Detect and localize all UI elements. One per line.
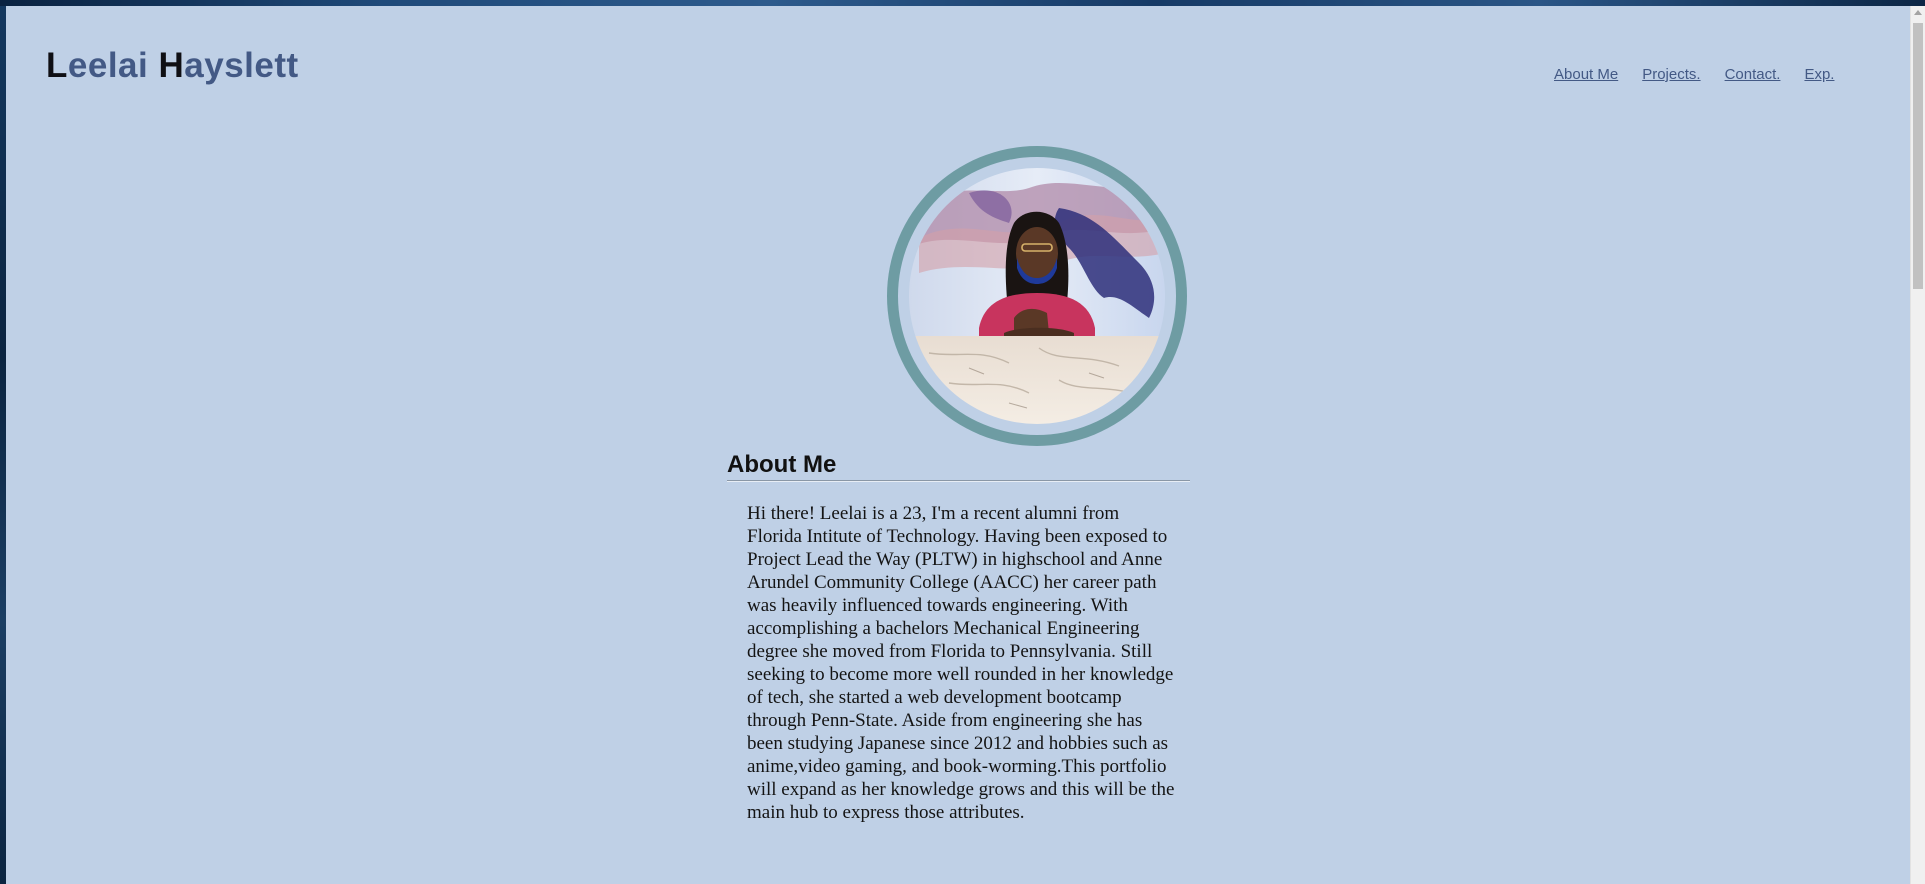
brand-last-rest: ayslett xyxy=(184,46,299,85)
vertical-scrollbar[interactable] xyxy=(1910,6,1925,884)
site-brand[interactable]: Leelai Hayslett xyxy=(46,46,299,86)
about-heading: About Me xyxy=(727,451,837,478)
nav-exp[interactable]: Exp. xyxy=(1804,66,1834,83)
scroll-up-arrow-icon[interactable] xyxy=(1914,10,1922,15)
brand-last-initial: H xyxy=(158,46,185,85)
profile-photo-frame xyxy=(887,146,1187,446)
profile-photo xyxy=(909,168,1165,424)
profile-photo-illustration xyxy=(909,168,1165,424)
brand-first-rest: eelai xyxy=(67,46,149,85)
nav-about-me[interactable]: About Me xyxy=(1554,66,1618,83)
nav-contact[interactable]: Contact. xyxy=(1725,66,1781,83)
nav-projects[interactable]: Projects. xyxy=(1642,66,1700,83)
about-divider xyxy=(727,480,1190,482)
about-paragraph: Hi there! Leelai is a 23, I'm a recent a… xyxy=(747,503,1175,823)
page: Leelai Hayslett About Me Projects. Conta… xyxy=(6,6,1910,884)
scrollbar-thumb[interactable] xyxy=(1913,23,1923,289)
brand-first-initial: L xyxy=(46,46,68,85)
profile-photo-gap xyxy=(898,157,1176,435)
main-nav: About Me Projects. Contact. Exp. xyxy=(1554,66,1834,83)
